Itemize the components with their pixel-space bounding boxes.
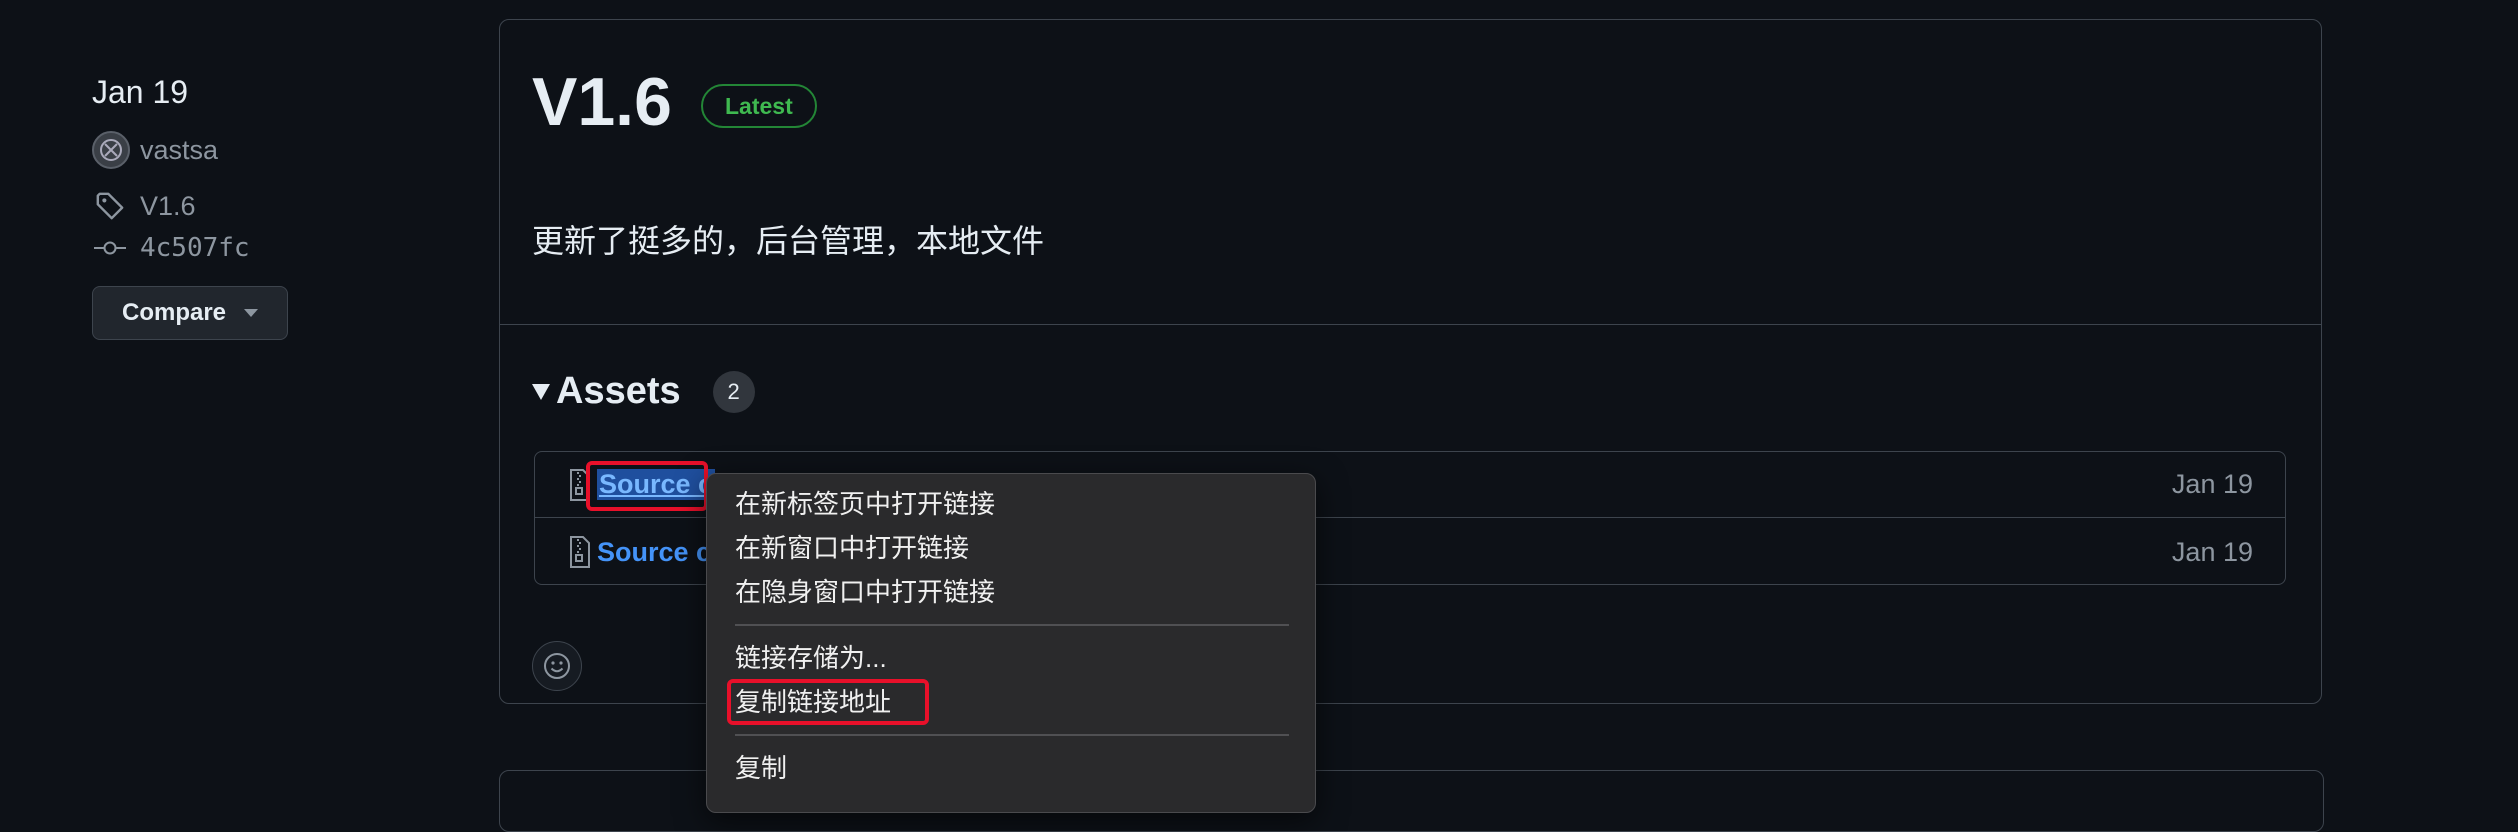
menu-open-incognito[interactable]: 在隐身窗口中打开链接 xyxy=(735,572,995,612)
avatar[interactable] xyxy=(92,131,130,169)
release-notes: 更新了挺多的，后台管理，本地文件 xyxy=(532,223,1045,259)
asset-date: Jan 19 xyxy=(2171,536,2253,567)
commit-icon xyxy=(92,230,128,266)
context-menu: 在新标签页中打开链接 在新窗口中打开链接 在隐身窗口中打开链接 链接存储为...… xyxy=(706,473,1316,813)
divider xyxy=(500,324,2321,325)
asset-link[interactable]: Source c xyxy=(597,537,711,568)
menu-separator xyxy=(735,624,1289,626)
author-link[interactable]: vastsa xyxy=(92,130,392,170)
assets-toggle[interactable]: Assets 2 xyxy=(532,370,755,413)
commit-hash: 4c507fc xyxy=(140,233,250,263)
tag-link[interactable]: V1.6 xyxy=(92,186,392,226)
compare-label: Compare xyxy=(121,299,227,326)
tag-name: V1.6 xyxy=(140,190,196,221)
compare-button[interactable]: Compare xyxy=(92,286,288,340)
highlight-copy-link-address xyxy=(727,679,929,725)
commit-link[interactable]: 4c507fc xyxy=(92,228,392,268)
menu-separator xyxy=(735,734,1289,736)
assets-count-badge: 2 xyxy=(712,370,755,413)
highlight-source-link xyxy=(586,461,708,511)
assets-title: Assets xyxy=(556,370,681,412)
menu-open-new-window[interactable]: 在新窗口中打开链接 xyxy=(735,528,969,568)
add-reaction-button[interactable] xyxy=(532,641,582,691)
menu-copy[interactable]: 复制 xyxy=(735,748,787,788)
triangle-down-icon xyxy=(532,383,550,400)
asset-date: Jan 19 xyxy=(2171,469,2253,499)
release-date: Jan 19 xyxy=(92,74,189,110)
menu-save-link-as[interactable]: 链接存储为... xyxy=(735,638,887,678)
author-name: vastsa xyxy=(140,134,219,165)
tag-icon xyxy=(92,188,128,224)
release-title[interactable]: V1.6 xyxy=(532,62,672,142)
menu-open-new-tab[interactable]: 在新标签页中打开链接 xyxy=(735,484,995,524)
latest-badge: Latest xyxy=(701,84,817,128)
caret-down-icon xyxy=(244,309,259,317)
zip-file-icon xyxy=(570,536,590,568)
smiley-icon xyxy=(544,653,570,679)
